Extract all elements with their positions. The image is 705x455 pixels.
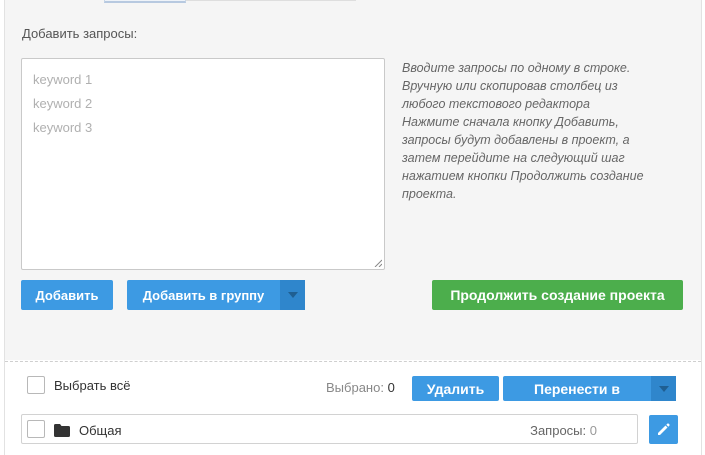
caret-down-icon xyxy=(287,292,298,298)
queries-textarea[interactable]: keyword 1 keyword 2 keyword 3 xyxy=(21,58,385,270)
add-button-label: Добавить xyxy=(35,287,99,303)
selected-count: Выбрано: 0 xyxy=(326,380,395,395)
caret-down-icon xyxy=(658,385,669,392)
move-to-button[interactable]: Перенести в xyxy=(503,376,676,401)
add-to-group-label: Добавить в группу xyxy=(142,287,265,303)
move-to-dropdown-toggle[interactable] xyxy=(651,376,676,401)
add-queries-label: Добавить запросы: xyxy=(22,26,138,41)
placeholder-line: keyword 1 xyxy=(33,72,93,87)
tab-divider xyxy=(186,0,356,1)
hint-paragraph-1: Вводите запросы по одному в строке. Вруч… xyxy=(402,61,631,111)
folder-icon xyxy=(54,424,70,437)
delete-button[interactable]: Удалить xyxy=(412,376,499,401)
group-queries-value: 0 xyxy=(589,423,597,438)
continue-project-button[interactable]: Продолжить создание проекта xyxy=(432,280,683,310)
group-name: Общая xyxy=(79,423,122,438)
continue-project-label: Продолжить создание проекта xyxy=(450,287,665,303)
select-all-label: Выбрать всё xyxy=(54,378,131,393)
group-queries-count: Запросы: 0 xyxy=(530,423,597,438)
add-to-group-dropdown-toggle[interactable] xyxy=(280,280,305,310)
placeholder-line: keyword 3 xyxy=(33,120,93,135)
group-row[interactable]: Общая Запросы: 0 xyxy=(21,414,638,444)
pencil-icon xyxy=(658,423,670,435)
instructions-hint: Вводите запросы по одному в строке. Вруч… xyxy=(402,59,662,203)
resize-grip-icon[interactable] xyxy=(374,259,382,267)
selected-label: Выбрано: xyxy=(326,380,384,395)
placeholder-line: keyword 2 xyxy=(33,96,93,111)
edit-group-button[interactable] xyxy=(649,415,678,444)
selected-value: 0 xyxy=(387,380,395,395)
add-to-group-button[interactable]: Добавить в группу xyxy=(127,280,305,310)
group-queries-label: Запросы: xyxy=(530,423,587,438)
move-to-label: Перенести в xyxy=(534,380,620,397)
delete-button-label: Удалить xyxy=(426,380,485,397)
hint-paragraph-2: Нажмите сначала кнопку Добавить, запросы… xyxy=(402,115,644,201)
active-tab[interactable] xyxy=(104,0,186,3)
add-button[interactable]: Добавить xyxy=(21,280,113,310)
section-divider xyxy=(5,361,701,362)
select-all-checkbox[interactable] xyxy=(27,376,45,394)
group-checkbox[interactable] xyxy=(27,420,45,438)
